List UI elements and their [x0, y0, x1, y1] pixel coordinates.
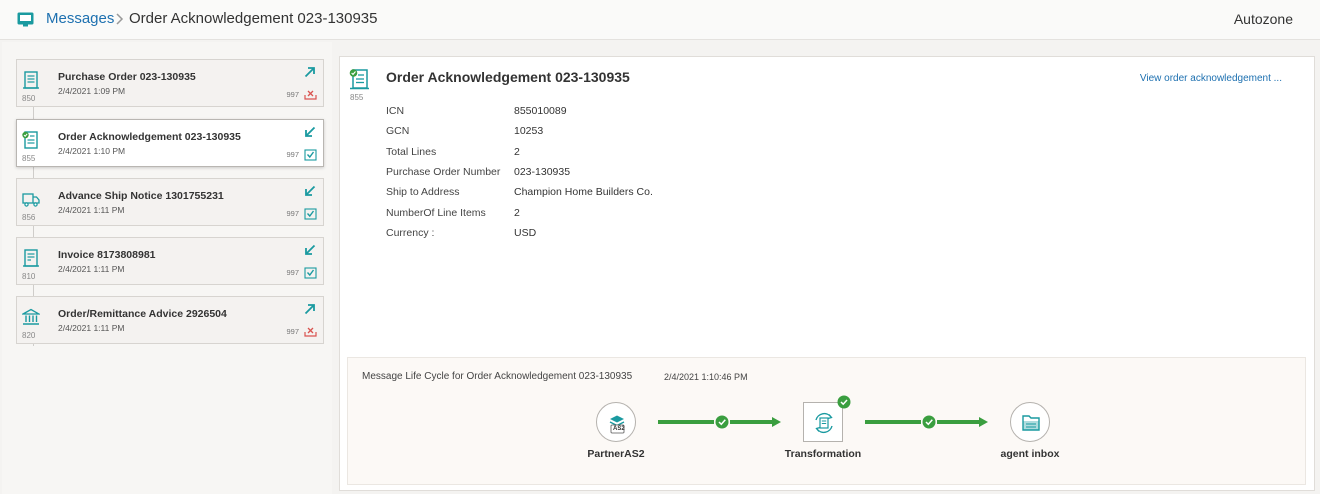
message-card-invoice[interactable]: 810 Invoice 8173808981 2/4/2021 1:11 PM … — [16, 237, 324, 285]
transformation-success-check-icon — [837, 395, 851, 409]
doc-type-code: 810 — [22, 272, 36, 281]
truck-icon — [22, 193, 40, 207]
message-card-order-acknowledgement[interactable]: 855 Order Acknowledgement 023-130935 2/4… — [16, 119, 324, 167]
ack-code: 997 — [286, 90, 299, 99]
field-value-gcn: 10253 — [514, 125, 544, 137]
field-value-ship-to: Champion Home Builders Co. — [514, 186, 653, 198]
message-date: 2/4/2021 1:09 PM — [58, 86, 126, 96]
doc-type-code: 855 — [22, 154, 36, 163]
inbound-arrow-icon — [305, 126, 316, 137]
breadcrumb-current: Order Acknowledgement 023-130935 — [129, 10, 378, 27]
ack-code: 997 — [286, 150, 299, 159]
ack-success-check-icon[interactable] — [304, 147, 317, 161]
field-label-currency: Currency : — [386, 227, 435, 239]
ack-error-tray-icon[interactable] — [304, 324, 317, 338]
field-label-line-items: NumberOf Line Items — [386, 207, 486, 219]
invoice-doc-icon — [23, 249, 39, 267]
ack-code: 997 — [286, 327, 299, 336]
order-acknowledgement-doc-icon — [349, 69, 369, 90]
messages-inbox-icon[interactable] — [17, 12, 34, 27]
field-value-currency: USD — [514, 227, 537, 239]
outbound-arrow-icon — [304, 67, 315, 78]
ack-code: 997 — [286, 209, 299, 218]
ack-success-check-icon[interactable] — [304, 206, 317, 220]
bank-icon — [22, 308, 40, 325]
chevron-right-icon — [116, 13, 124, 25]
message-title: Order Acknowledgement 023-130935 — [58, 131, 241, 143]
doc-type-code: 850 — [22, 94, 36, 103]
inbound-arrow-icon — [305, 244, 316, 255]
message-date: 2/4/2021 1:11 PM — [58, 323, 125, 333]
message-date: 2/4/2021 1:10 PM — [58, 146, 126, 156]
message-title: Invoice 8173808981 — [58, 249, 156, 261]
message-card-advance-ship-notice[interactable]: 856 Advance Ship Notice 1301755231 2/4/2… — [16, 178, 324, 226]
message-card-remittance-advice[interactable]: 820 Order/Remittance Advice 2926504 2/4/… — [16, 296, 324, 344]
lifecycle-node-label: agent inbox — [1000, 448, 1060, 460]
lifecycle-title: Message Life Cycle for Order Acknowledge… — [362, 371, 633, 382]
lifecycle-success-arrow — [658, 415, 781, 429]
field-label-total-lines: Total Lines — [386, 146, 437, 158]
field-value-total-lines: 2 — [514, 146, 520, 158]
message-list-panel: 850 Purchase Order 023-130935 2/4/2021 1… — [2, 42, 332, 494]
message-detail-panel: 855 Order Acknowledgement 023-130935 Vie… — [339, 56, 1315, 491]
message-lifecycle-panel: Message Life Cycle for Order Acknowledge… — [347, 357, 1306, 485]
field-value-line-items: 2 — [514, 207, 520, 219]
outbound-arrow-icon — [304, 304, 315, 315]
field-label-ship-to: Ship to Address — [386, 186, 460, 198]
lifecycle-node-label: PartnerAS2 — [587, 448, 645, 460]
lifecycle-node-agent-inbox[interactable] — [1010, 402, 1050, 442]
lifecycle-node-label: Transformation — [784, 448, 862, 460]
inbound-arrow-icon — [305, 185, 316, 196]
doc-type-code: 856 — [22, 213, 36, 222]
message-date: 2/4/2021 1:11 PM — [58, 205, 125, 215]
as2-icon-label: AS2 — [613, 426, 625, 432]
view-order-acknowledgement-link[interactable]: View order acknowledgement ... — [1140, 73, 1282, 84]
organization-name[interactable]: Autozone — [1234, 11, 1293, 27]
detail-title: Order Acknowledgement 023-130935 — [386, 69, 630, 85]
field-label-gcn: GCN — [386, 125, 410, 137]
field-value-po-number: 023-130935 — [514, 166, 571, 178]
doc-type-code: 820 — [22, 331, 36, 340]
message-date: 2/4/2021 1:11 PM — [58, 264, 125, 274]
doc-type-code: 855 — [350, 93, 364, 102]
ack-error-tray-icon[interactable] — [304, 87, 317, 101]
ack-success-check-icon[interactable] — [304, 265, 317, 279]
order-acknowledgement-doc-icon — [22, 131, 38, 149]
ack-code: 997 — [286, 268, 299, 277]
message-title: Purchase Order 023-130935 — [58, 71, 196, 83]
message-card-purchase-order[interactable]: 850 Purchase Order 023-130935 2/4/2021 1… — [16, 59, 324, 107]
as2-icon — [609, 415, 625, 434]
message-title: Advance Ship Notice 1301755231 — [58, 190, 224, 202]
purchase-order-doc-icon — [23, 71, 39, 89]
lifecycle-success-arrow — [865, 415, 988, 429]
field-value-icn: 855010089 — [514, 105, 567, 117]
transformation-icon — [815, 412, 833, 434]
field-label-po-number: Purchase Order Number — [386, 166, 501, 178]
field-label-icn: ICN — [386, 105, 405, 117]
message-title: Order/Remittance Advice 2926504 — [58, 308, 227, 320]
lifecycle-timestamp: 2/4/2021 1:10:46 PM — [664, 372, 748, 382]
lifecycle-node-partneras2[interactable]: AS2 — [596, 402, 636, 442]
top-bar: Messages Order Acknowledgement 023-13093… — [0, 0, 1320, 40]
breadcrumb-messages-link[interactable]: Messages — [46, 10, 114, 27]
inbox-folder-icon — [1022, 415, 1040, 431]
